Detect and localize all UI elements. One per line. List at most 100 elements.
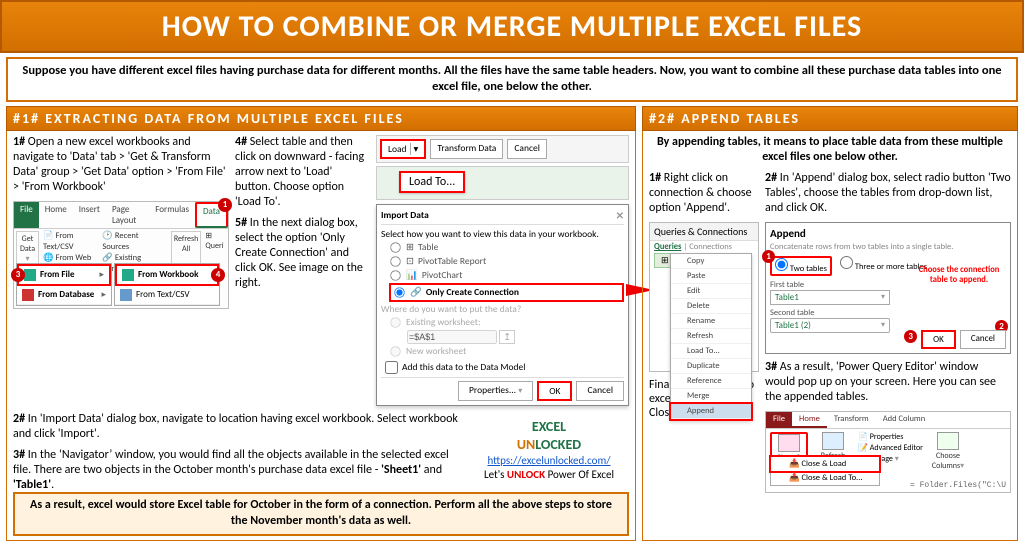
section-2: #2# APPEND TABLES By appending tables, i… [642,106,1018,541]
columns-icon [937,432,959,450]
ctx-refresh[interactable]: Refresh [671,329,751,344]
ribbon-tab-home[interactable]: Home [39,202,73,228]
section-2-header: #2# APPEND TABLES [642,106,1018,131]
src-text-csv[interactable]: 📄 From Text/CSV [43,231,98,253]
ctx-reference[interactable]: Reference [671,374,751,389]
from-file-submenu: From Workbook4 From Text/CSV [114,263,220,306]
brand-link[interactable]: https://excelunlocked.com/ [487,454,610,467]
pq-tab-transform[interactable]: Transform [827,412,876,428]
ribbon-tab-data[interactable]: Data1 [195,202,228,228]
import-data-dialog: Import Data ✕ Select how you want to view… [376,204,629,406]
close-load-menu: 📥 Close & Load 📥 Close & Load To... [770,456,880,486]
pq-tab-home[interactable]: Home [792,412,827,428]
second-table-select[interactable]: Table1 (2)▾ [770,318,890,333]
folder-icon [24,269,36,281]
ribbon-tab-file[interactable]: File [14,202,39,228]
ctx-duplicate[interactable]: Duplicate [671,359,751,374]
pq-tab-addcol[interactable]: Add Column [876,412,932,428]
ap-badge-3: 3 [904,330,917,343]
queries-connections-panel: Queries & Connections Queries | Connecti… [649,222,759,372]
opt-only-connection[interactable]: 🔗Only Create Connection [389,283,624,302]
badge-4: 4 [211,268,225,282]
transform-data-button[interactable]: Transform Data [430,139,503,159]
s2-step-3: 3# As a result, 'Power Query Editor' win… [765,360,1011,405]
close-load-icon [778,434,800,452]
ribbon-tab-layout[interactable]: Page Layout [106,202,149,228]
opt-table[interactable]: ⊞Table [389,241,624,254]
add-to-model[interactable]: Add this data to the Data Model [385,361,624,374]
ctx-append[interactable]: Append [671,404,751,419]
s2-step-2: 2# In 'Append' dialog box, select radio … [765,171,1011,216]
page-title: HOW TO COMBINE OR MERGE MULTIPLE EXCEL F… [0,0,1024,53]
append-note: Choose the connection table to append. [912,265,1006,285]
menu-close-load-to[interactable]: 📥 Close & Load To... [771,471,879,485]
database-icon [22,289,34,301]
step-5: 5# In the next dialog box, select the op… [235,216,370,291]
cancel-button[interactable]: Cancel [576,381,624,401]
ctx-merge[interactable]: Merge [671,389,751,404]
first-table-select[interactable]: Table1▾ [770,290,890,305]
excel-ribbon: File Home Insert Page Layout Formulas Da… [13,201,229,309]
ribbon-tab-insert[interactable]: Insert [73,202,106,228]
section-1: #1# EXTRACTING DATA FROM MULTIPLE EXCEL … [6,106,636,541]
pq-properties[interactable]: 📄 Properties [858,432,923,443]
ctx-rename[interactable]: Rename [671,314,751,329]
close-icon[interactable]: ✕ [616,209,624,222]
ap-badge-1: 1 [762,250,775,263]
nav-cancel-button[interactable]: Cancel [507,139,547,159]
textcsv-icon [120,289,132,301]
ctx-edit[interactable]: Edit [671,284,751,299]
section-2-intro: By appending tables, it means to place t… [649,135,1011,166]
menu-from-file[interactable]: From File▸3 [17,264,111,286]
tab-connections[interactable]: Connections [689,242,732,252]
navigator-footer: Load▾ Transform Data Cancel [376,135,629,163]
append-subtitle: Concatenate rows from two tables into a … [770,242,1006,252]
ctx-loadto[interactable]: Load To... [671,344,751,359]
ribbon-tab-formulas[interactable]: Formulas [149,202,195,228]
radio-two-tables[interactable]: Two tables1 [770,256,832,276]
cell-ref-input [407,330,497,344]
append-ok-button[interactable]: OK [921,330,956,349]
step-2: 2# In 'Import Data' dialog box, navigate… [13,412,459,442]
recent-sources[interactable]: 🕑 Recent Sources [102,231,166,253]
qc-title: Queries & Connections [650,223,758,241]
badge-1: 1 [218,198,232,212]
ctx-paste: Paste [671,269,751,284]
tab-queries[interactable]: Queries [654,242,681,252]
pq-adv-editor[interactable]: 📝 Advanced Editor [858,443,923,454]
menu-from-database[interactable]: From Database▸ [17,286,111,305]
s2-step-1: 1# Right click on connection & choose op… [649,171,759,216]
opt-existing-ws: Existing worksheet: [389,316,624,329]
refresh-icon [822,432,844,450]
menu-from-text-csv[interactable]: From Text/CSV [115,286,219,305]
opt-pivottable[interactable]: ⊡PivotTable Report [389,255,624,268]
opt-pivotchart[interactable]: 📊PivotChart [389,269,624,282]
properties-button[interactable]: Properties... ▾ [458,381,533,401]
append-cancel-button[interactable]: Cancel [960,330,1006,349]
second-table-label: Second table [770,308,1006,318]
opt-new-ws: New worksheet [389,345,624,358]
append-dialog: Append Concatenate rows from two tables … [765,222,1011,354]
ctx-copy[interactable]: Copy [671,254,751,269]
menu-close-load[interactable]: 📥 Close & Load [771,457,879,471]
load-to-option[interactable]: Load To... [399,171,465,193]
workbook-icon [122,269,134,281]
append-title: Append [770,227,1006,240]
badge-3: 3 [11,268,25,282]
menu-from-workbook[interactable]: From Workbook4 [115,264,219,286]
where-prompt: Where do you want to put the data? [381,303,624,315]
dialog-title: Import Data [381,209,429,222]
ok-button[interactable]: OK [537,381,572,401]
section-1-header: #1# EXTRACTING DATA FROM MULTIPLE EXCEL … [6,106,636,131]
power-query-ribbon: File Home Transform Add Column Close & L… [765,411,1011,493]
load-button[interactable]: Load▾ [380,139,426,159]
ctx-delete[interactable]: Delete [671,299,751,314]
section-1-result: As a result, excel would store Excel tab… [13,492,629,535]
choose-columns-button[interactable]: Choose Columns▾ [929,432,967,475]
pq-tab-file[interactable]: File [766,412,792,428]
step-1: 1# Open a new excel workbooks and naviga… [13,135,229,195]
get-data-menu: From File▸3 From Database▸ [16,263,112,306]
dialog-prompt: Select how you want to view this data in… [381,228,624,240]
step-4: 4# Select table and then click on downwa… [235,135,370,210]
context-menu: Copy Paste Edit Delete Rename Refresh Lo… [670,253,752,420]
